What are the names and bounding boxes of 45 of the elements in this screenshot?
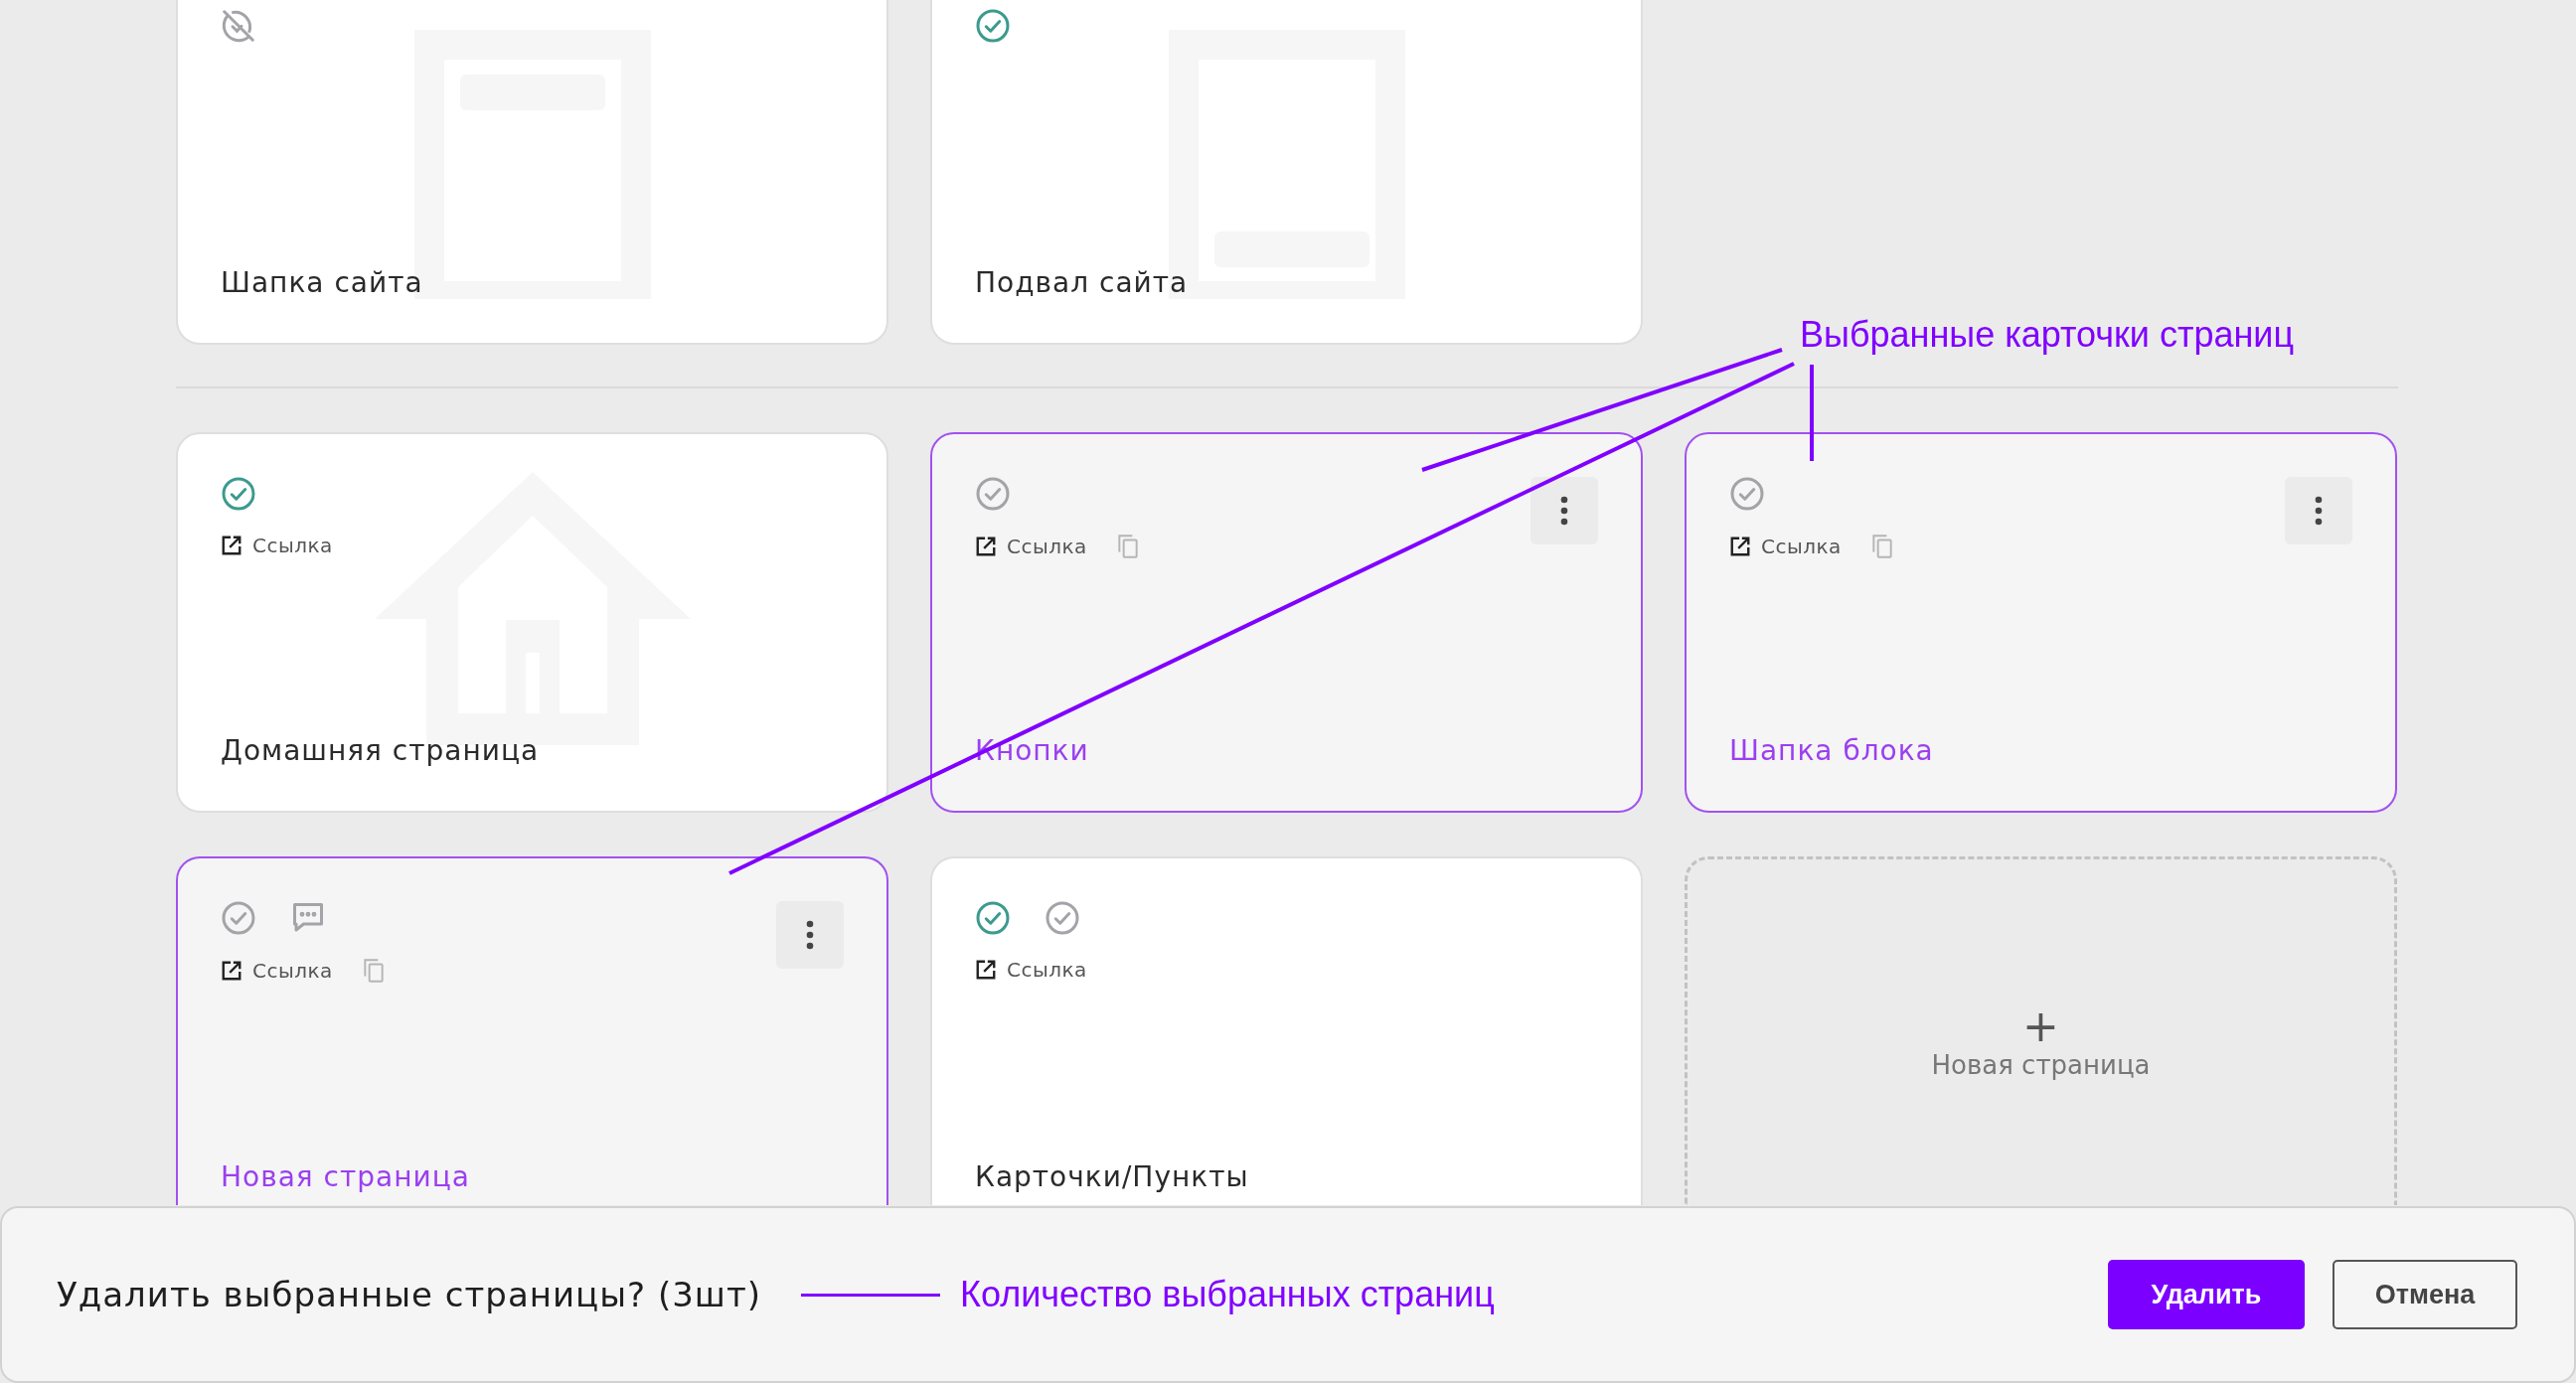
page-card[interactable]: Подвал сайта (930, 0, 1643, 345)
page-card[interactable]: Ссылка Новая страница (176, 856, 888, 1205)
new-page-label: Новая страница (1931, 1050, 2151, 1080)
check-circle-icon[interactable] (975, 476, 1011, 512)
page-card[interactable]: Ссылка Карточки/Пункты (930, 856, 1643, 1205)
link-button[interactable]: Ссылка (221, 959, 333, 983)
more-icon (806, 920, 814, 950)
crossed-check-circle-icon[interactable] (221, 8, 256, 44)
page-title: Карточки/Пункты (975, 1160, 1250, 1193)
more-menu-button[interactable] (776, 901, 844, 969)
more-icon (1560, 496, 1568, 526)
page-title: Шапка блока (1729, 734, 1935, 767)
page-card[interactable]: Шапка сайта (176, 0, 888, 345)
page-title: Подвал сайта (975, 266, 1190, 299)
check-circle-icon[interactable] (975, 900, 1011, 936)
check-circle-icon[interactable] (221, 476, 256, 512)
external-link-icon (975, 959, 997, 981)
annotation-label: Количество выбранных страниц (960, 1274, 1495, 1315)
page-card[interactable]: Ссылка Шапка блока (1685, 432, 2397, 813)
delete-button[interactable]: Удалить (2108, 1260, 2305, 1329)
page-card[interactable]: Ссылка Домашняя страница (176, 432, 888, 813)
delete-question: Удалить выбранные страницы? (3шт) (57, 1275, 761, 1314)
external-link-icon (975, 536, 997, 557)
external-link-icon (221, 960, 242, 982)
check-circle-icon[interactable] (1045, 900, 1080, 936)
external-link-icon (1729, 536, 1751, 557)
more-icon (2315, 496, 2323, 526)
more-menu-button[interactable] (1530, 477, 1598, 544)
external-link-icon (221, 535, 242, 556)
link-button[interactable]: Ссылка (975, 958, 1087, 982)
more-menu-button[interactable] (2285, 477, 2352, 544)
page-title: Домашняя страница (221, 734, 541, 767)
annotation-label: Выбранные карточки страниц (1800, 314, 2295, 356)
check-circle-icon[interactable] (1729, 476, 1765, 512)
plus-icon: + (2022, 1004, 2059, 1048)
check-circle-icon[interactable] (221, 900, 256, 936)
link-button[interactable]: Ссылка (1729, 535, 1842, 558)
page-title: Шапка сайта (221, 266, 424, 299)
link-button[interactable]: Ссылка (221, 534, 333, 557)
cancel-button[interactable]: Отмена (2333, 1260, 2517, 1329)
page-title: Кнопки (975, 734, 1090, 767)
page-title: Новая страница (221, 1160, 471, 1193)
check-circle-icon[interactable] (975, 8, 1011, 44)
page-card[interactable]: Ссылка Кнопки (930, 432, 1643, 813)
link-button[interactable]: Ссылка (975, 535, 1087, 558)
